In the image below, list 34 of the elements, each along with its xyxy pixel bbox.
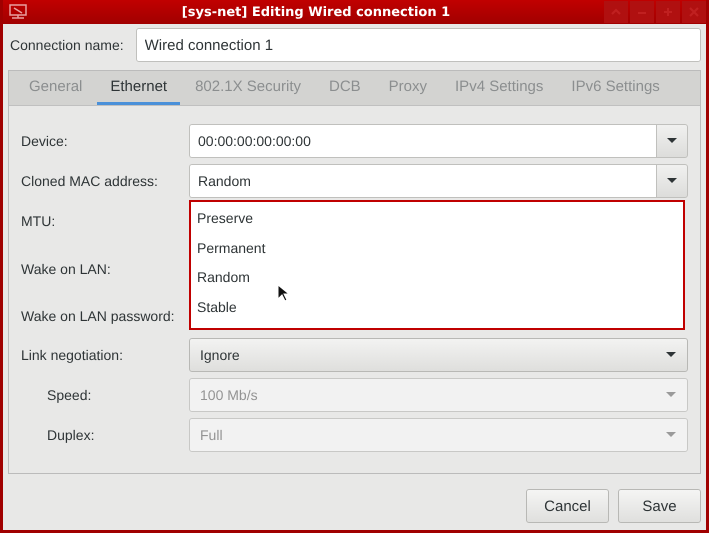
window-title: [sys-net] Editing Wired connection 1: [180, 4, 452, 20]
connection-name-label: Connection name:: [9, 37, 124, 53]
caret-icon: [665, 431, 677, 439]
field-label: Speed:: [46, 387, 92, 403]
dropdown-button[interactable]: [656, 124, 688, 158]
dialog-button[interactable]: Cancel: [526, 489, 609, 523]
shade-button[interactable]: [604, 1, 628, 23]
menu-item[interactable]: Random: [191, 265, 683, 294]
field-label: MTU:: [21, 213, 56, 229]
maximize-button[interactable]: [656, 1, 680, 23]
menu-item[interactable]: Preserve: [191, 206, 683, 236]
field-label: Wake on LAN:: [21, 261, 112, 277]
close-button[interactable]: [682, 1, 706, 23]
dropdown-button[interactable]: [656, 164, 688, 198]
dialog-button[interactable]: Save: [618, 489, 701, 523]
combo-entry-field[interactable]: 00:00:00:00:00:00: [189, 124, 656, 158]
field-label: Cloned MAC address:: [21, 173, 159, 189]
menu-item[interactable]: Stable: [191, 294, 683, 324]
caret-icon: [665, 351, 677, 359]
caret-icon: [666, 177, 678, 185]
dropdown[interactable]: Ignore: [189, 338, 688, 372]
field-label: Wake on LAN password:: [21, 308, 176, 324]
tab[interactable]: Ethernet: [97, 71, 180, 105]
field-label: Duplex:: [46, 427, 96, 443]
caret-icon: [666, 137, 678, 145]
network-tools-icon: [8, 4, 28, 20]
mouse-pointer-icon: [277, 284, 289, 302]
combo-entry-field[interactable]: Random: [189, 164, 656, 198]
connection-name-field[interactable]: Wired connection 1: [136, 28, 701, 62]
field-label: Device:: [21, 133, 69, 149]
caret-icon: [665, 391, 677, 399]
minimize-button[interactable]: [630, 1, 654, 23]
field-label: Link negotiation:: [21, 347, 124, 363]
menu-item[interactable]: Permanent: [191, 236, 683, 265]
